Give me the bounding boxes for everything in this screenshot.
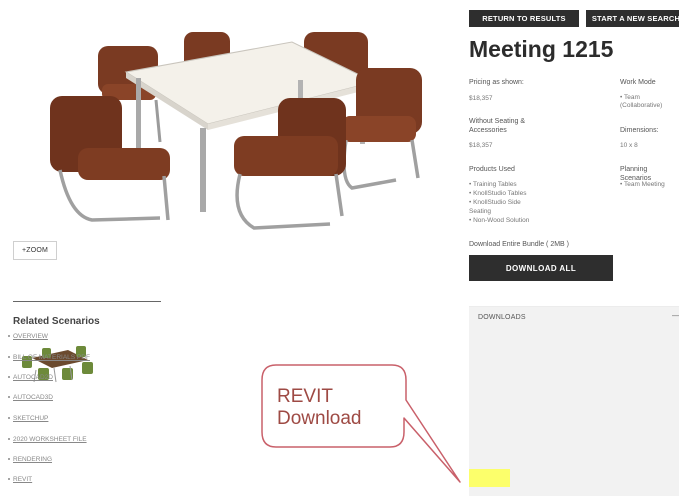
bullet-icon [8, 335, 10, 338]
download-link-label[interactable]: RENDERING [13, 456, 52, 463]
without-seating-label-line1: Without Seating & [469, 118, 526, 125]
pricing-value: $18,357 [469, 95, 493, 102]
callout-line-1: REVIT [277, 386, 333, 407]
download-link-autocad2d[interactable]: AUTOCAD2D [8, 374, 53, 381]
chair-front-left-icon [50, 96, 170, 222]
start-new-search-button[interactable]: START A NEW SEARCH [586, 10, 679, 27]
pricing-label: Pricing as shown: [469, 79, 524, 86]
planning-scenarios-value: • Team Meeting [620, 181, 665, 188]
bullet-icon [8, 438, 10, 441]
dimensions-label: Dimensions: [620, 127, 659, 134]
products-used-item: Seating [469, 208, 492, 215]
download-link-revit[interactable]: REVIT [8, 476, 32, 483]
downloads-header: DOWNLOADS [478, 314, 526, 321]
page-title: Meeting 1215 [469, 36, 614, 62]
download-link-label[interactable]: OVERVIEW [13, 333, 48, 340]
bullet-icon [8, 417, 10, 420]
callout-line-2: Download [277, 408, 362, 429]
revit-highlight [469, 469, 510, 487]
download-link-autocad3d[interactable]: AUTOCAD3D [8, 394, 53, 401]
products-used-label: Products Used [469, 166, 515, 173]
bullet-icon [8, 376, 10, 379]
downloads-panel: DOWNLOADS — [469, 306, 679, 496]
dimensions-value: 10 x 8 [620, 142, 638, 149]
download-link-sketchup[interactable]: SKETCHUP [8, 415, 48, 422]
download-link-label[interactable]: REVIT [13, 476, 32, 483]
return-to-results-button[interactable]: RETURN TO RESULTS [469, 10, 579, 27]
download-link-label[interactable]: AUTOCAD2D [13, 374, 53, 381]
download-link-bill-of-materials[interactable]: BILL OF MATERIALS PDF [8, 354, 90, 361]
product-image [50, 32, 422, 230]
bullet-icon [8, 396, 10, 399]
related-scenarios-title: Related Scenarios [13, 316, 100, 327]
download-all-button[interactable]: DOWNLOAD ALL [469, 255, 613, 281]
bundle-label: Download Entire Bundle ( 2MB ) [469, 241, 569, 248]
download-link-label[interactable]: SKETCHUP [13, 415, 48, 422]
download-link-rendering[interactable]: RENDERING [8, 456, 52, 463]
work-mode-label: Work Mode [620, 79, 656, 86]
without-seating-label-line2: Accessories [469, 127, 507, 134]
download-link-overview[interactable]: OVERVIEW [8, 333, 48, 340]
bullet-icon [8, 356, 10, 359]
products-used-item: • KnollStudio Side [469, 199, 521, 206]
products-used-item: • KnollStudio Tables [469, 190, 527, 197]
callout-text: REVIT Download [277, 386, 362, 430]
download-link-2020-worksheet[interactable]: 2020 WORKSHEET FILE [8, 436, 87, 443]
divider [13, 301, 161, 302]
zoom-button[interactable]: +ZOOM [13, 241, 57, 260]
work-mode-value-line2: (Collaborative) [620, 102, 663, 109]
products-used-item: • Non-Wood Solution [469, 217, 530, 224]
download-link-label[interactable]: 2020 WORKSHEET FILE [13, 436, 87, 443]
bullet-icon [8, 478, 10, 481]
products-used-item: • Training Tables [469, 181, 517, 188]
bullet-icon [8, 458, 10, 461]
without-seating-value: $18,357 [469, 142, 493, 149]
download-link-label[interactable]: AUTOCAD3D [13, 394, 53, 401]
download-link-label[interactable]: BILL OF MATERIALS PDF [13, 354, 90, 361]
collapse-icon[interactable]: — [672, 311, 679, 320]
